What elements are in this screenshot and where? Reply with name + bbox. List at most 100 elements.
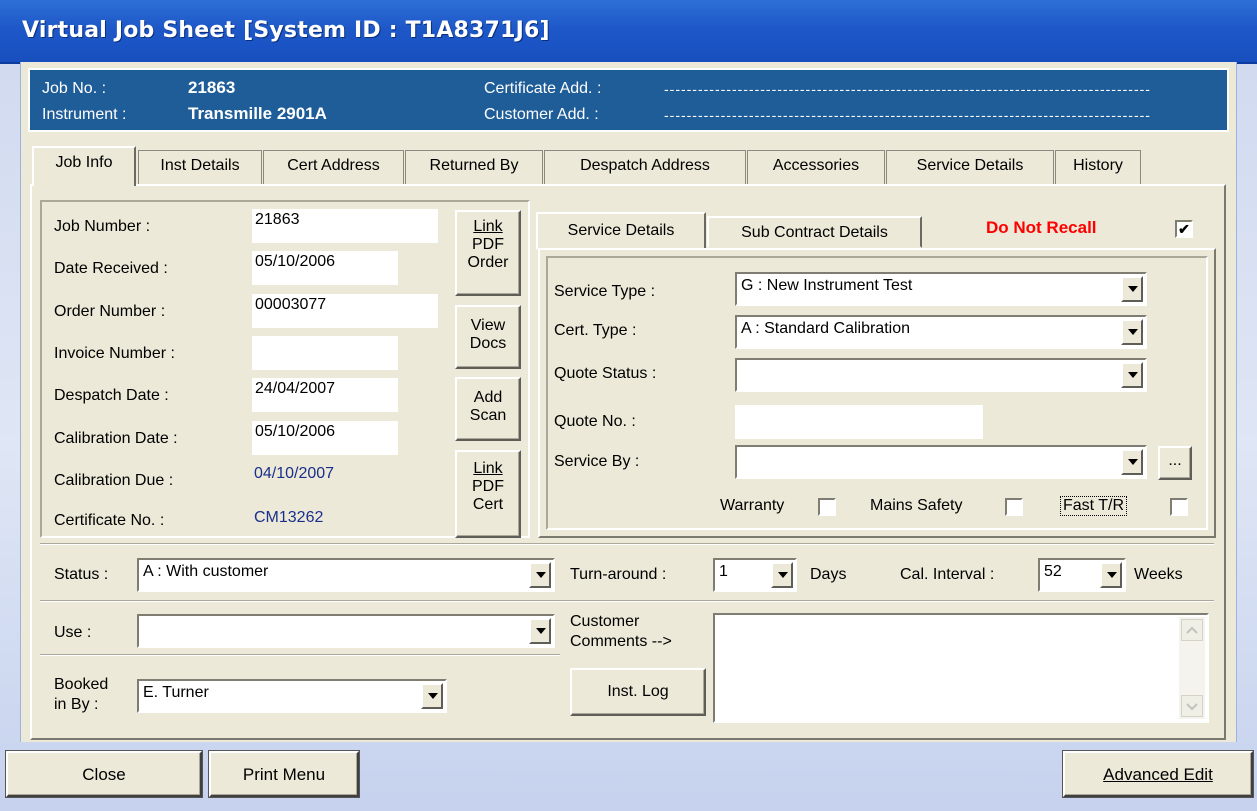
link-pdf-cert-line3: Cert <box>472 496 504 513</box>
customer-comments-label-line1: Customer <box>570 613 640 630</box>
advanced-edit-button[interactable]: Advanced Edit <box>1063 751 1253 797</box>
link-pdf-order-line2: PDF <box>472 236 504 253</box>
job-number-field[interactable]: 21863 <box>252 209 438 243</box>
tab-label: Returned By <box>429 157 519 174</box>
use-select[interactable] <box>137 614 555 648</box>
customer-comments-textarea[interactable] <box>713 613 1209 723</box>
tab-inst-details[interactable]: Inst Details <box>138 150 262 184</box>
chevron-down-icon[interactable] <box>1121 362 1143 388</box>
tab-service-details[interactable]: Service Details <box>886 150 1054 184</box>
inner-tab-label: Sub Contract Details <box>741 224 888 241</box>
link-pdf-cert-line2: PDF <box>472 478 504 495</box>
warranty-label: Warranty <box>720 497 785 514</box>
chevron-down-icon[interactable] <box>1121 276 1143 302</box>
add-scan-button[interactable]: Add Scan <box>455 377 521 441</box>
booked-in-by-value: E. Turner <box>143 684 209 701</box>
weeks-label: Weeks <box>1134 566 1183 583</box>
inst-log-button[interactable]: Inst. Log <box>570 668 706 716</box>
booked-in-by-select[interactable]: E. Turner <box>137 679 447 713</box>
tab-history[interactable]: History <box>1055 150 1141 184</box>
comments-scrollbar[interactable] <box>1179 617 1205 719</box>
certificate-add-value: ----------------------------------------… <box>664 81 1151 97</box>
cert-type-select[interactable]: A : Standard Calibration <box>735 315 1147 349</box>
warranty-checkbox[interactable] <box>818 498 836 516</box>
print-menu-button[interactable]: Print Menu <box>209 751 359 797</box>
add-scan-line1: Add <box>473 389 503 406</box>
order-number-field[interactable]: 00003077 <box>252 294 438 328</box>
tab-label: Inst Details <box>160 157 240 174</box>
view-docs-button[interactable]: View Docs <box>455 305 521 369</box>
calibration-due-value: 04/10/2007 <box>254 465 335 482</box>
tab-sub-contract-details[interactable]: Sub Contract Details <box>707 216 922 248</box>
link-pdf-cert-button[interactable]: Link PDF Cert <box>455 450 521 538</box>
job-info-banner: Job No. : 21863 Instrument : Transmille … <box>28 68 1229 132</box>
chevron-down-icon[interactable] <box>1121 449 1143 475</box>
tab-service-details-inner[interactable]: Service Details <box>536 212 706 250</box>
status-select[interactable]: A : With customer <box>137 558 555 592</box>
tab-label: History <box>1073 157 1123 174</box>
scroll-up-arrow-icon[interactable] <box>1181 619 1203 641</box>
status-value: A : With customer <box>143 563 269 580</box>
tab-returned-by[interactable]: Returned By <box>405 150 543 184</box>
invoice-number-label: Invoice Number : <box>54 345 175 362</box>
calibration-date-field[interactable]: 05/10/2006 <box>252 421 398 455</box>
quote-status-select[interactable] <box>735 358 1147 392</box>
service-type-value: G : New Instrument Test <box>741 277 913 294</box>
tab-cert-address[interactable]: Cert Address <box>263 150 404 184</box>
instrument-label: Instrument : <box>42 106 127 123</box>
quote-no-field[interactable] <box>735 405 983 439</box>
date-received-label: Date Received : <box>54 260 168 277</box>
cert-type-label: Cert. Type : <box>554 322 637 339</box>
job-no-label: Job No. : <box>42 80 107 97</box>
print-menu-button-label: Print Menu <box>242 765 326 784</box>
divider <box>40 543 1214 545</box>
mains-safety-label: Mains Safety <box>870 497 963 514</box>
turnaround-select[interactable]: 1 <box>713 558 797 592</box>
mains-safety-checkbox[interactable] <box>1005 498 1023 516</box>
divider <box>40 654 560 656</box>
instrument-value: Transmille 2901A <box>188 104 327 123</box>
status-label: Status : <box>54 566 109 583</box>
service-type-select[interactable]: G : New Instrument Test <box>735 272 1147 306</box>
fast-tr-checkbox[interactable] <box>1170 498 1188 516</box>
chevron-down-icon[interactable] <box>771 562 793 588</box>
tab-accessories[interactable]: Accessories <box>747 150 885 184</box>
service-by-browse-button[interactable]: ... <box>1158 446 1192 480</box>
certificate-no-value: CM13262 <box>254 509 324 526</box>
fast-tr-label: Fast T/R <box>1060 496 1128 516</box>
divider <box>40 600 1214 602</box>
chevron-down-icon[interactable] <box>529 618 551 644</box>
chevron-down-icon[interactable] <box>529 562 551 588</box>
chevron-down-icon[interactable] <box>1121 319 1143 345</box>
tab-job-info[interactable]: Job Info <box>32 146 136 186</box>
job-no-value: 21863 <box>188 78 236 97</box>
job-number-label: Job Number : <box>54 218 151 235</box>
tab-label: Accessories <box>772 157 860 174</box>
despatch-date-field[interactable]: 24/04/2007 <box>252 378 398 412</box>
chevron-down-icon[interactable] <box>421 683 443 709</box>
calibration-date-label: Calibration Date : <box>54 430 178 447</box>
add-scan-line2: Scan <box>469 407 507 424</box>
quote-status-label: Quote Status : <box>554 365 657 382</box>
date-received-field[interactable]: 05/10/2006 <box>252 251 398 285</box>
service-by-select[interactable] <box>735 445 1147 479</box>
link-pdf-order-button[interactable]: Link PDF Order <box>455 210 521 296</box>
link-pdf-order-line3: Order <box>467 254 509 271</box>
tab-despatch-address[interactable]: Despatch Address <box>544 150 746 184</box>
invoice-number-field[interactable] <box>252 336 398 370</box>
despatch-date-label: Despatch Date : <box>54 387 169 404</box>
close-button[interactable]: Close <box>6 751 202 797</box>
tab-label: Job Info <box>55 154 113 171</box>
chevron-down-icon[interactable] <box>1100 562 1122 588</box>
view-docs-line2: Docs <box>469 335 507 352</box>
scroll-down-arrow-icon[interactable] <box>1181 695 1203 717</box>
customer-comments-label-line2: Comments --> <box>570 633 672 650</box>
tab-label: Service Details <box>916 157 1024 174</box>
window-title: Virtual Job Sheet [System ID : T1A8371J6… <box>22 18 550 43</box>
service-type-label: Service Type : <box>554 283 656 300</box>
customer-add-value: ----------------------------------------… <box>664 107 1151 123</box>
cal-interval-select[interactable]: 52 <box>1038 558 1126 592</box>
turnaround-label: Turn-around : <box>570 566 667 583</box>
do-not-recall-checkbox[interactable]: ✔ <box>1175 220 1193 238</box>
calibration-due-label: Calibration Due : <box>54 472 174 489</box>
